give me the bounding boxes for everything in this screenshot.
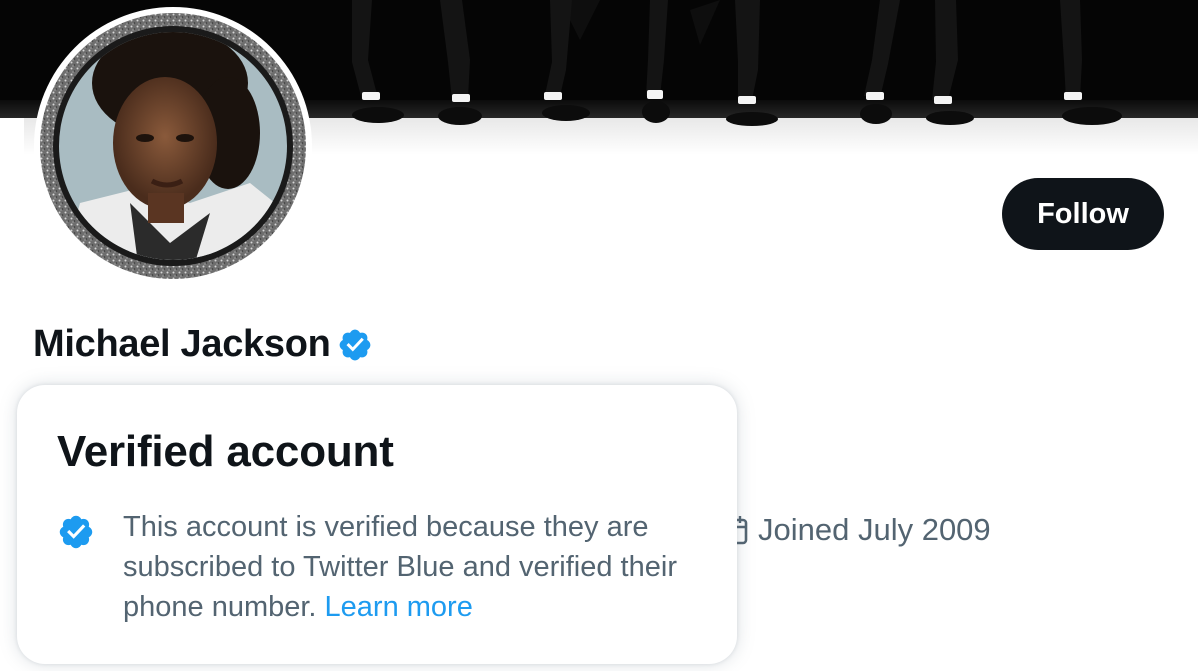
popover-body-row: This account is verified because they ar… (57, 507, 697, 627)
popover-title: Verified account (57, 427, 394, 476)
popover-description: This account is verified because they ar… (123, 507, 697, 627)
follow-button[interactable]: Follow (1002, 178, 1164, 250)
verified-account-popover: Verified account This account is verifie… (17, 385, 737, 664)
avatar-image (40, 13, 306, 279)
verified-badge-icon (57, 513, 95, 551)
profile-avatar[interactable] (34, 7, 312, 285)
profile-display-name: Michael Jackson (33, 323, 373, 366)
joined-date: Joined July 2009 (758, 512, 991, 547)
display-name-text: Michael Jackson (33, 323, 331, 365)
profile-joined: Joined July 2009 (722, 512, 991, 548)
verified-badge-icon[interactable] (337, 327, 373, 363)
learn-more-link[interactable]: Learn more (325, 591, 473, 623)
